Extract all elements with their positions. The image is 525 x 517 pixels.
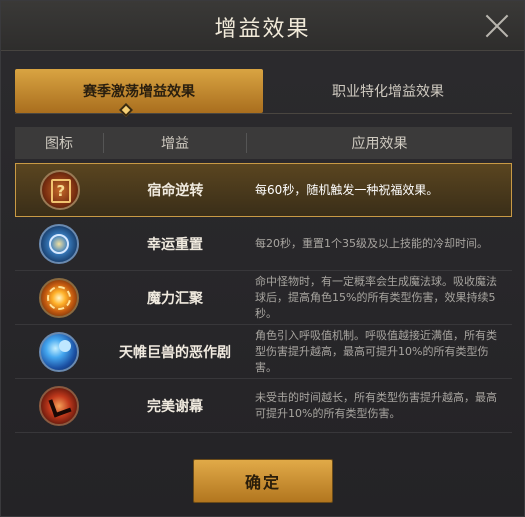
confirm-button[interactable]: 确定: [193, 459, 333, 503]
buff-row-magic-gather[interactable]: 魔力汇聚 命中怪物时，有一定概率会生成魔法球。吸收魔法球后，提高角色15%的所有…: [15, 271, 512, 325]
tab-bar: 赛季激荡增益效果 职业特化增益效果: [15, 69, 512, 114]
buff-desc: 每60秒，随机触发一种祝福效果。: [255, 183, 439, 197]
buff-desc: 每20秒，重置1个35级及以上技能的冷却时间。: [255, 236, 488, 250]
header-effect: 应用效果: [351, 136, 408, 152]
buff-name: 魔力汇聚: [147, 290, 203, 307]
buff-desc: 角色引入呼吸值机制。呼吸值越接近满值，所有类型伤害提升越高，最高可提升10%的所…: [255, 328, 497, 374]
magic-orb-icon: [39, 277, 79, 318]
tab-divider: [15, 113, 512, 114]
tab-season-buff[interactable]: 赛季激荡增益效果: [15, 69, 263, 113]
buff-effects-dialog: 增益效果 赛季激荡增益效果 职业特化增益效果 图标 增益 应用效果 ? 宿命逆转…: [0, 0, 525, 517]
header-icon: 图标: [45, 136, 73, 152]
buff-name: 完美谢幕: [147, 398, 203, 415]
dialog-title: 增益效果: [214, 17, 311, 42]
title-bar: 增益效果: [1, 1, 524, 51]
buff-row-perfect-finale[interactable]: 完美谢幕 未受击的时间越长，所有类型伤害提升越高，最高可提升10%的所有类型伤害…: [15, 379, 512, 433]
warrior-icon: [39, 385, 79, 426]
table-header: 图标 增益 应用效果: [15, 127, 512, 159]
buff-row-fate-reversal[interactable]: ? 宿命逆转 每60秒，随机触发一种祝福效果。: [15, 163, 512, 217]
buff-desc: 命中怪物时，有一定概率会生成魔法球。吸收魔法球后，提高角色15%的所有类型伤害，…: [255, 274, 497, 320]
bubbles-icon: [39, 331, 79, 372]
buff-list: ? 宿命逆转 每60秒，随机触发一种祝福效果。 幸运重置 每20秒，重置1个35…: [15, 163, 512, 433]
buff-name: 幸运重置: [147, 236, 203, 253]
close-icon[interactable]: [484, 13, 510, 39]
buff-row-lucky-reset[interactable]: 幸运重置 每20秒，重置1个35级及以上技能的冷却时间。: [15, 217, 512, 271]
buff-row-beast-prank[interactable]: 天帷巨兽的恶作剧 角色引入呼吸值机制。呼吸值越接近满值，所有类型伤害提升越高，最…: [15, 325, 512, 379]
fate-card-icon: ?: [39, 170, 80, 210]
buff-desc: 未受击的时间越长，所有类型伤害提升越高，最高可提升10%的所有类型伤害。: [255, 390, 497, 420]
header-buff: 增益: [103, 133, 247, 153]
buff-name: 宿命逆转: [147, 183, 204, 199]
buff-name: 天帷巨兽的恶作剧: [119, 344, 231, 361]
tab-class-buff[interactable]: 职业特化增益效果: [264, 69, 512, 113]
clock-icon: [39, 223, 79, 264]
